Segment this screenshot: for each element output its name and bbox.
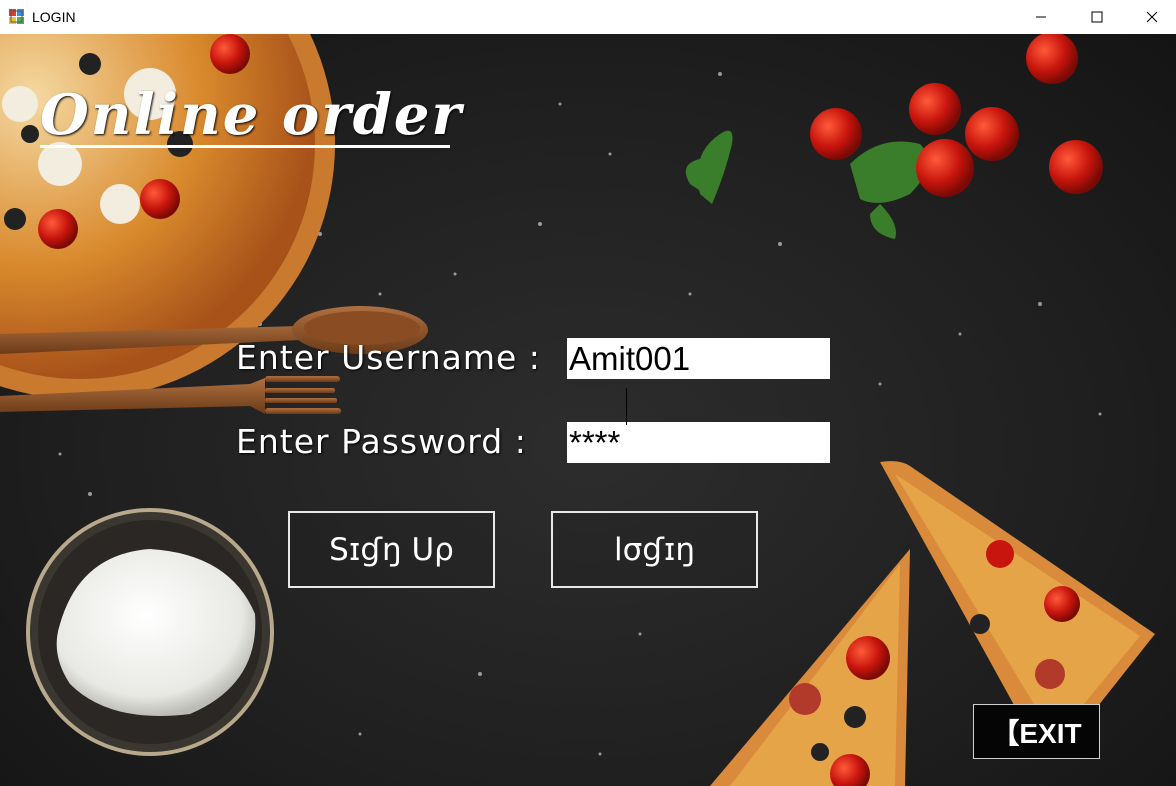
flour-bowl [26, 508, 274, 756]
username-input[interactable]: Amit001 [567, 338, 830, 379]
password-label: Enter Password : [236, 422, 527, 461]
title-underline [40, 145, 450, 148]
minimize-icon [1036, 16, 1046, 18]
password-input[interactable]: **** [567, 422, 830, 463]
window-title: LOGIN [32, 9, 76, 25]
minimize-button[interactable] [1013, 0, 1069, 34]
app-icon [9, 9, 24, 24]
signup-button[interactable]: Sɪɠŋ Uρ [288, 511, 495, 588]
login-window: LOGIN Online order Enter Username: Amit… [0, 0, 1176, 786]
login-button[interactable]: lσɠɪŋ [551, 511, 758, 588]
text-caret [626, 388, 627, 425]
background-image: Online order Enter Username : Amit001 En… [0, 34, 1176, 786]
username-label: Enter Username : [236, 338, 541, 377]
maximize-icon [1091, 11, 1103, 23]
title-bar: LOGIN [0, 0, 1176, 34]
page-title: Online order [40, 82, 464, 148]
parsley [685, 130, 928, 239]
close-icon [1146, 11, 1158, 23]
maximize-button[interactable] [1069, 0, 1125, 34]
exit-button[interactable]: 【EXIT [973, 704, 1100, 759]
close-button[interactable] [1124, 0, 1176, 34]
